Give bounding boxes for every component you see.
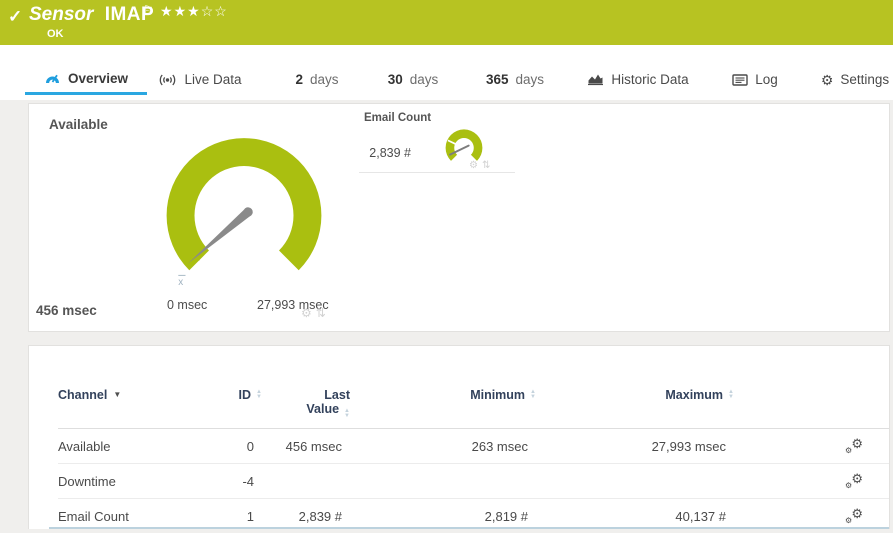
last-value-cell: 456 msec	[285, 438, 342, 454]
settings-icon: ⚙	[821, 73, 834, 87]
tab-label: Live Data	[184, 72, 242, 87]
title-prefix: Sensor	[29, 4, 94, 25]
tab-label: Settings	[840, 72, 890, 87]
column-label: Minimum	[470, 388, 526, 402]
column-header-channel[interactable]: Channel ▼	[58, 388, 218, 402]
log-icon	[732, 73, 748, 86]
star-empty-icon[interactable]: ☆	[214, 3, 228, 19]
tab-live-data[interactable]: Live Data	[150, 64, 250, 95]
tab-365-days[interactable]: 365 days	[478, 64, 552, 95]
sort-desc-icon: ▼	[113, 390, 122, 399]
gauge-action-icons: ⚙ ⇅	[469, 160, 490, 171]
star-filled-icon[interactable]: ★	[187, 3, 201, 19]
page-title: Sensor IMAP	[29, 4, 154, 26]
tab-label: days	[515, 72, 545, 87]
id-cell: 1	[246, 508, 254, 524]
maximum-cell: 40,137 #	[675, 508, 726, 524]
flag-icon[interactable]: ⚐	[143, 3, 154, 17]
gear-icon[interactable]: ⚙	[469, 160, 478, 171]
channel-settings-gears-icon[interactable]: ⚙ ⚙	[845, 471, 863, 490]
channel-cell: Email Count	[58, 508, 129, 524]
channel-table-panel: Channel ▼ ID ▲ ▼ Last Value ▲ ▼ Minimum ▲ ▼ Maximum ▲…	[28, 345, 890, 529]
tab-settings[interactable]: ⚙ Settings	[820, 64, 890, 95]
sort-icon: ▲ ▼	[256, 389, 262, 400]
available-gauge: x	[166, 138, 322, 288]
gauges-panel: Available x 0 msec 27,993 msec 456 msec …	[28, 103, 890, 332]
tab-number: 2	[295, 72, 303, 87]
column-header-last-value[interactable]: Last Value ▲ ▼	[262, 388, 350, 419]
email-count-channel-label: Email Count	[364, 112, 432, 124]
gauge-action-icons: ⚙ ⇅	[301, 306, 326, 320]
tab-label: days	[309, 72, 339, 87]
channel-cell: Downtime	[58, 473, 116, 489]
column-label: Last	[324, 388, 350, 402]
priority-rating-stars[interactable]: ★★★☆☆	[160, 3, 228, 20]
available-last-value: 456 msec	[36, 303, 97, 318]
star-filled-icon[interactable]: ★	[160, 3, 174, 19]
historic-icon	[587, 73, 604, 86]
tab-label: Overview	[67, 70, 129, 86]
row-actions-cell: ⚙ ⚙	[734, 506, 889, 525]
levels-icon[interactable]: ⇅	[482, 160, 490, 171]
gear-icon: ⚙	[820, 71, 834, 88]
column-label: Maximum	[665, 388, 724, 402]
status-ok-check-icon: ✓	[8, 7, 23, 26]
gauge-scale-min: 0 msec	[167, 298, 208, 312]
row-actions-cell: ⚙ ⚙	[734, 436, 889, 455]
tab-number: 30	[387, 72, 403, 87]
star-empty-icon[interactable]: ☆	[201, 3, 215, 19]
table-header-row: Channel ▼ ID ▲ ▼ Last Value ▲ ▼ Minimum ▲ ▼ Maximum ▲…	[58, 388, 889, 428]
tab-label: days	[409, 72, 439, 87]
levels-icon[interactable]: ⇅	[316, 306, 326, 320]
maximum-cell: 27,993 msec	[651, 438, 726, 454]
id-cell: -4	[242, 473, 254, 489]
star-filled-icon[interactable]: ★	[174, 3, 188, 19]
available-channel-label: Available	[49, 117, 108, 132]
tab-30-days[interactable]: 30 days	[380, 64, 446, 95]
sort-icon: ▲ ▼	[728, 389, 734, 400]
broadcast-icon	[158, 73, 177, 87]
id-cell: 0	[246, 438, 254, 454]
channel-settings-gears-icon[interactable]: ⚙ ⚙	[845, 436, 863, 455]
tab-number: 365	[485, 72, 509, 87]
tab-label: Historic Data	[611, 72, 689, 87]
divider	[359, 172, 515, 173]
minimum-cell: 2,819 #	[484, 508, 528, 524]
tab-2-days[interactable]: 2 days	[288, 64, 346, 95]
gear-icon[interactable]: ⚙	[301, 306, 312, 320]
column-label: Value	[306, 402, 340, 416]
table-row-available: Available 0 456 msec 263 msec 27,993 msec ⚙ ⚙	[58, 428, 889, 463]
gauge-icon	[44, 71, 61, 85]
status-badge: OK	[47, 28, 64, 40]
average-marker: x	[178, 277, 183, 288]
channel-cell: Available	[58, 438, 111, 454]
tab-log[interactable]: Log	[728, 64, 782, 95]
column-label: ID	[238, 388, 252, 402]
tab-historic-data[interactable]: Historic Data	[582, 64, 694, 95]
column-header-minimum[interactable]: Minimum ▲ ▼	[350, 388, 536, 402]
row-actions-cell: ⚙ ⚙	[734, 471, 889, 490]
column-label: Channel	[58, 388, 108, 402]
channel-table: Channel ▼ ID ▲ ▼ Last Value ▲ ▼ Minimum ▲ ▼ Maximum ▲…	[29, 346, 889, 533]
tab-bar: Overview Live Data 2 days 30 days 365 days Histo…	[0, 45, 893, 100]
email-count-last-value: 2,839 #	[369, 146, 411, 160]
sort-icon: ▲ ▼	[530, 389, 536, 400]
table-row-downtime: Downtime -4 ⚙ ⚙	[58, 463, 889, 498]
minimum-cell: 263 msec	[471, 438, 528, 454]
column-header-maximum[interactable]: Maximum ▲ ▼	[536, 388, 734, 402]
column-header-id[interactable]: ID ▲ ▼	[218, 388, 262, 402]
tab-label: Log	[755, 72, 778, 87]
sensor-header: ✓ Sensor IMAP ⚐ ★★★☆☆ OK	[0, 0, 893, 45]
tab-overview[interactable]: Overview	[25, 64, 147, 95]
channel-settings-gears-icon[interactable]: ⚙ ⚙	[845, 506, 863, 525]
sort-icon: ▲ ▼	[344, 408, 350, 419]
last-value-cell: 2,839 #	[298, 508, 342, 524]
